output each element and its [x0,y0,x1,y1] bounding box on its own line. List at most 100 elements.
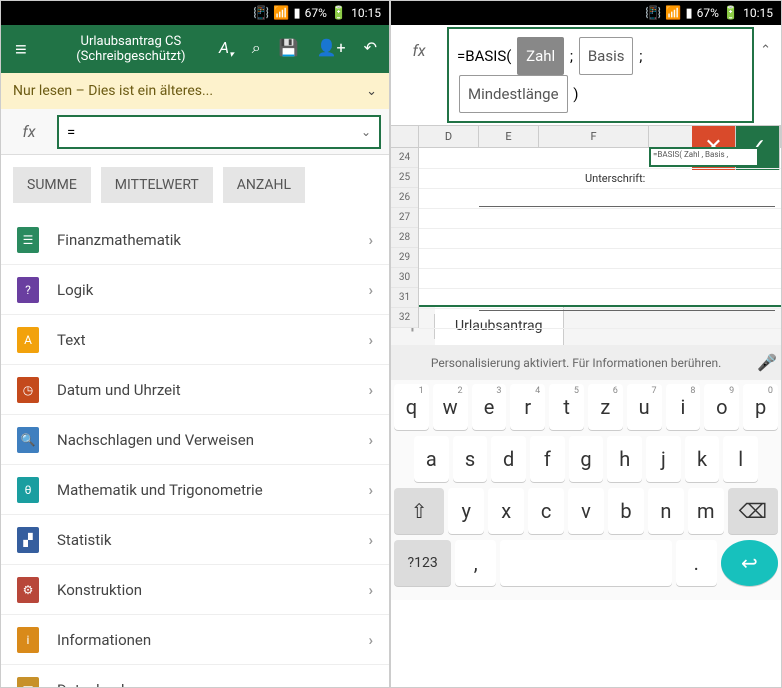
key-l[interactable]: l [723,436,758,482]
chevron-right-icon: › [368,581,373,599]
key-shift[interactable]: ⇧ [394,488,444,534]
share-icon[interactable]: 👤+ [317,38,346,60]
col-d[interactable]: D [419,126,479,147]
vibrate-icon: 📳 [645,6,661,21]
column-headers: D E F ✕ ✓ [391,126,781,148]
chevron-down-icon[interactable]: ⌄ [361,125,371,139]
key-symbols[interactable]: ?123 [394,540,451,586]
document-title: Urlaubsantrag CS (Schreibgeschützt) [33,34,219,64]
mic-icon[interactable]: 🎤 [757,353,777,372]
key-q[interactable]: q1 [394,384,429,430]
row-header[interactable]: 32 [391,308,418,328]
key-t[interactable]: t5 [549,384,584,430]
category-item[interactable]: A Text › [1,315,389,365]
readonly-banner[interactable]: Nur lesen – Dies ist ein älteres... ⌄ [1,73,389,109]
param-zahl[interactable]: Zahl [517,37,564,75]
key-y[interactable]: y [448,488,484,534]
key-c[interactable]: c [528,488,564,534]
font-icon[interactable]: A▾ [219,38,234,60]
category-icon: A [17,327,39,353]
status-time: 10:15 [743,6,773,20]
key-w[interactable]: w2 [433,384,468,430]
category-label: Informationen [57,631,151,649]
key-v[interactable]: v [568,488,604,534]
vibrate-icon: 📳 [253,6,269,21]
category-list: ☰ Finanzmathematik ›? Logik ›A Text ›◷ D… [1,215,389,688]
cells-area[interactable]: =BASIS( Zahl , Basis , Unterschrift: [419,148,781,328]
key-u[interactable]: u7 [627,384,662,430]
key-i[interactable]: i8 [666,384,701,430]
quick-summe[interactable]: SUMME [13,167,91,203]
row-header[interactable]: 28 [391,228,418,248]
category-item[interactable]: ▥ Datenbank › [1,665,389,688]
category-item[interactable]: ☰ Finanzmathematik › [1,215,389,265]
key-j[interactable]: j [646,436,681,482]
chevron-right-icon: › [368,331,373,349]
category-icon: θ [17,477,39,503]
key-g[interactable]: g [569,436,604,482]
category-item[interactable]: θ Mathematik und Trigonometrie › [1,465,389,515]
row-header[interactable]: 26 [391,188,418,208]
key-f[interactable]: f [530,436,565,482]
col-e[interactable]: E [479,126,539,147]
key-m[interactable]: m [688,488,724,534]
chevron-right-icon: › [368,231,373,249]
quick-functions: SUMME MITTELWERT ANZAHL [1,155,389,215]
category-item[interactable]: ◷ Datum und Uhrzeit › [1,365,389,415]
chevron-right-icon: › [368,531,373,549]
row-header[interactable]: 31 [391,288,418,308]
key-b[interactable]: b [608,488,644,534]
fx-label: fx [391,27,447,60]
status-bar: 📳 📶 ▮ 67% 🔋 10:15 [391,1,781,25]
quick-anzahl[interactable]: ANZAHL [223,167,305,203]
formula-input[interactable]: = ⌄ [57,115,381,149]
key-enter[interactable]: ↩ [721,540,778,586]
key-k[interactable]: k [685,436,720,482]
key-e[interactable]: e3 [472,384,507,430]
row-header[interactable]: 25 [391,168,418,188]
key-s[interactable]: s [453,436,488,482]
key-backspace[interactable]: ⌫ [728,488,778,534]
row-header[interactable]: 30 [391,268,418,288]
cell-unterschrift-label: Unterschrift: [585,172,645,185]
key-p[interactable]: p0 [743,384,778,430]
category-item[interactable]: i Informationen › [1,615,389,665]
col-f[interactable]: F [539,126,649,147]
search-icon[interactable]: ⌕ [252,38,261,60]
key-x[interactable]: x [488,488,524,534]
key-o[interactable]: o9 [704,384,739,430]
category-icon: ▞ [17,527,39,553]
category-item[interactable]: 🔍 Nachschlagen und Verweisen › [1,415,389,465]
key-dot[interactable]: . [676,540,717,586]
category-label: Finanzmathematik [57,231,181,249]
formula-input[interactable]: =BASIS( Zahl ; Basis ; Mindestlänge ) [447,27,754,123]
key-n[interactable]: n [648,488,684,534]
key-z[interactable]: z6 [588,384,623,430]
save-icon[interactable]: 💾 [279,38,299,60]
key-a[interactable]: a [414,436,449,482]
param-mindestlaenge[interactable]: Mindestlänge [459,75,568,113]
category-item[interactable]: ▞ Statistik › [1,515,389,565]
key-space[interactable] [500,540,672,586]
row-header[interactable]: 24 [391,148,418,168]
category-label: Datenbank [57,681,129,688]
row-header[interactable]: 29 [391,248,418,268]
category-label: Logik [57,281,93,299]
hamburger-icon[interactable]: ≡ [9,37,33,62]
chevron-right-icon: › [368,481,373,499]
category-icon: i [17,627,39,653]
key-comma[interactable]: , [455,540,496,586]
undo-icon[interactable]: ↶ [364,38,377,60]
collapse-chevron-icon[interactable]: ⌃ [760,27,781,58]
quick-mittelwert[interactable]: MITTELWERT [101,167,213,203]
row-header[interactable]: 27 [391,208,418,228]
param-basis[interactable]: Basis [579,37,634,75]
category-item[interactable]: ? Logik › [1,265,389,315]
category-item[interactable]: ⚙ Konstruktion › [1,565,389,615]
key-h[interactable]: h [607,436,642,482]
row-headers: 242526272829303132 [391,148,419,328]
key-d[interactable]: d [491,436,526,482]
key-r[interactable]: r4 [510,384,545,430]
keyboard-hint[interactable]: Personalisierung aktiviert. Für Informat… [391,345,781,380]
active-cell[interactable]: =BASIS( Zahl , Basis , [649,147,759,167]
